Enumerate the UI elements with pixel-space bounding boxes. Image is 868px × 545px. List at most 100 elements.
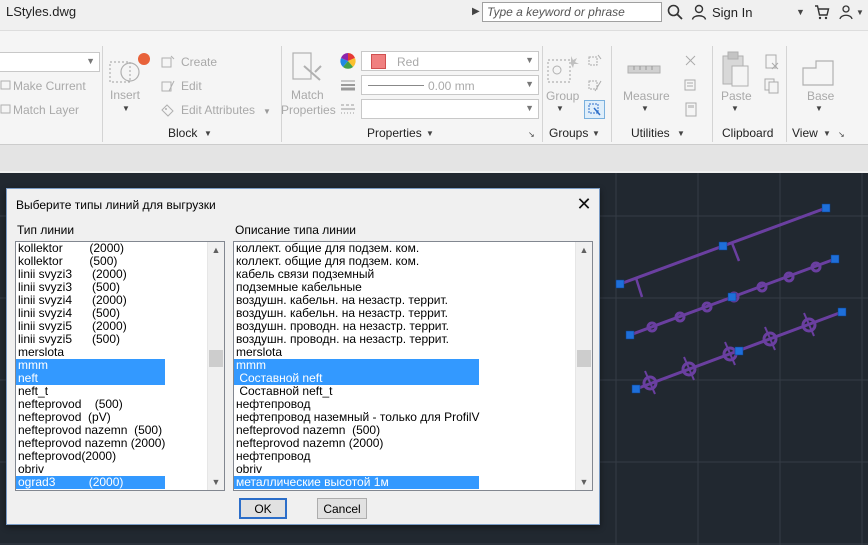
insert-button[interactable]: Insert [110, 88, 140, 102]
ok-button[interactable]: OK [239, 498, 287, 519]
paste-button[interactable]: Paste [721, 89, 752, 103]
paste-icon [722, 51, 749, 87]
cart-icon[interactable] [814, 4, 830, 20]
ribbon-separator [786, 46, 787, 142]
fence-polyline [619, 206, 827, 298]
document-title: LStyles.dwg [6, 4, 77, 19]
match-properties-icon [292, 52, 322, 81]
properties-group-expand-icon[interactable]: ▼ [426, 129, 434, 138]
scroll-up-icon[interactable]: ▲ [576, 242, 592, 258]
title-bar: LStyles.dwg ▶ Sign In ▼ ▼ [0, 0, 868, 30]
dialog-title: Выберите типы линий для выгрузки [16, 198, 216, 212]
make-current-icon [0, 80, 11, 90]
search-icon[interactable] [667, 4, 683, 20]
color-wheel-icon [340, 53, 356, 69]
chevron-down-icon[interactable]: ▼ [856, 8, 864, 17]
match-properties-label-2[interactable]: Properties [281, 103, 336, 117]
edit-attributes-icon [161, 104, 174, 117]
clipboard-group-label[interactable]: Clipboard [722, 126, 773, 140]
match-properties-label-1[interactable]: Match [291, 88, 324, 102]
match-layer-icon [0, 104, 11, 114]
linetype-column-header: Тип линии [17, 223, 75, 237]
scroll-down-icon[interactable]: ▼ [576, 474, 592, 490]
view-dialog-launcher-icon[interactable]: ↘ [838, 130, 845, 139]
block-group-expand-icon[interactable]: ▼ [204, 129, 212, 138]
make-current-button[interactable]: Make Current [13, 79, 86, 93]
ribbon-separator [281, 46, 282, 142]
quick-select-icon[interactable] [683, 53, 699, 71]
group-selection-icon [588, 103, 601, 116]
group-dropdown-icon[interactable]: ▼ [556, 104, 564, 113]
group-edit-icon[interactable] [587, 77, 603, 95]
groups-group-label[interactable]: Groups [549, 126, 588, 140]
lineweight-value: 0.00 mm [428, 79, 475, 93]
scroll-thumb[interactable] [209, 350, 223, 367]
description-rows: коллект. общие для подзем. ком. коллект. … [234, 242, 480, 489]
copy-icon[interactable] [763, 77, 781, 95]
create-block-button[interactable]: Create [181, 55, 217, 69]
insert-block-icon [109, 53, 150, 83]
lineweight-preview [368, 85, 424, 86]
layer-combo[interactable]: ▼ [0, 52, 100, 72]
edit-attributes-button[interactable]: Edit Attributes [181, 103, 255, 117]
edit-attributes-dropdown-icon[interactable]: ▼ [263, 107, 271, 116]
linetype-rows: kollektor (2000) kollektor (500) linii svy… [16, 242, 166, 489]
cut-icon[interactable] [763, 53, 781, 71]
color-swatch [371, 54, 386, 69]
color-combo[interactable]: ▼ [361, 51, 539, 71]
group-button[interactable]: Group [546, 89, 579, 103]
color-value: Red [397, 55, 420, 69]
utilities-group-expand-icon[interactable]: ▼ [677, 129, 685, 138]
sign-in-link[interactable]: Sign In [712, 5, 752, 20]
paste-dropdown-icon[interactable]: ▼ [731, 104, 739, 113]
measure-icon [627, 65, 661, 74]
description-listbox[interactable]: коллект. общие для подзем. ком. коллект. … [233, 241, 593, 491]
expand-search-arrow-icon[interactable]: ▶ [472, 6, 480, 17]
linetype-scrollbar[interactable]: ▲ ▼ [207, 242, 224, 490]
close-icon[interactable]: ✕ [571, 193, 597, 215]
edit-block-icon [161, 80, 175, 92]
description-list-item[interactable]: merslota [234, 346, 479, 359]
properties-dialog-launcher-icon[interactable]: ↘ [528, 130, 535, 139]
description-list-item[interactable]: нефтепровод [234, 450, 479, 463]
ribbon-separator [542, 46, 543, 142]
group-icon [547, 56, 579, 83]
view-group-label[interactable]: View [792, 126, 818, 140]
linetype-icon [341, 104, 355, 114]
edit-block-button[interactable]: Edit [181, 79, 202, 93]
ribbon-separator [712, 46, 713, 142]
view-group-expand-icon[interactable]: ▼ [823, 129, 831, 138]
base-button[interactable]: Base [807, 89, 834, 103]
linetype-list-item[interactable]: ograd3 (2000) [16, 476, 166, 489]
description-list-item[interactable]: металлические высотой 1м [234, 476, 480, 489]
insert-dropdown-icon[interactable]: ▼ [122, 104, 130, 113]
lineweight-icon [341, 80, 355, 91]
match-layer-button[interactable]: Match Layer [13, 103, 79, 117]
person-icon[interactable] [691, 4, 707, 20]
base-view-icon [802, 60, 834, 86]
linetype-listbox[interactable]: kollektor (2000) kollektor (500) linii svy… [15, 241, 225, 491]
linetype-list-item[interactable]: mmm [16, 359, 166, 372]
properties-group-label[interactable]: Properties [367, 126, 422, 140]
scroll-thumb[interactable] [577, 350, 591, 367]
create-block-icon [161, 55, 175, 68]
ungroup-icon[interactable] [587, 53, 603, 71]
measure-dropdown-icon[interactable]: ▼ [641, 104, 649, 113]
ribbon-separator [102, 46, 103, 142]
measure-button[interactable]: Measure [623, 89, 670, 103]
description-column-header: Описание типа линии [235, 223, 356, 237]
block-group-label[interactable]: Block [168, 126, 197, 140]
search-input[interactable] [482, 2, 662, 22]
groups-group-expand-icon[interactable]: ▼ [592, 129, 600, 138]
select-similar-icon[interactable] [683, 77, 699, 95]
chevron-down-icon[interactable]: ▼ [796, 7, 805, 17]
calculator-icon[interactable] [683, 101, 699, 119]
user-group-icon[interactable] [838, 4, 854, 20]
cancel-button[interactable]: Cancel [317, 498, 367, 519]
utilities-group-label[interactable]: Utilities [631, 126, 670, 140]
base-dropdown-icon[interactable]: ▼ [815, 104, 823, 113]
scroll-down-icon[interactable]: ▼ [208, 474, 224, 490]
linetype-combo[interactable]: ▼ [361, 99, 539, 119]
scroll-up-icon[interactable]: ▲ [208, 242, 224, 258]
description-scrollbar[interactable]: ▲ ▼ [575, 242, 592, 490]
